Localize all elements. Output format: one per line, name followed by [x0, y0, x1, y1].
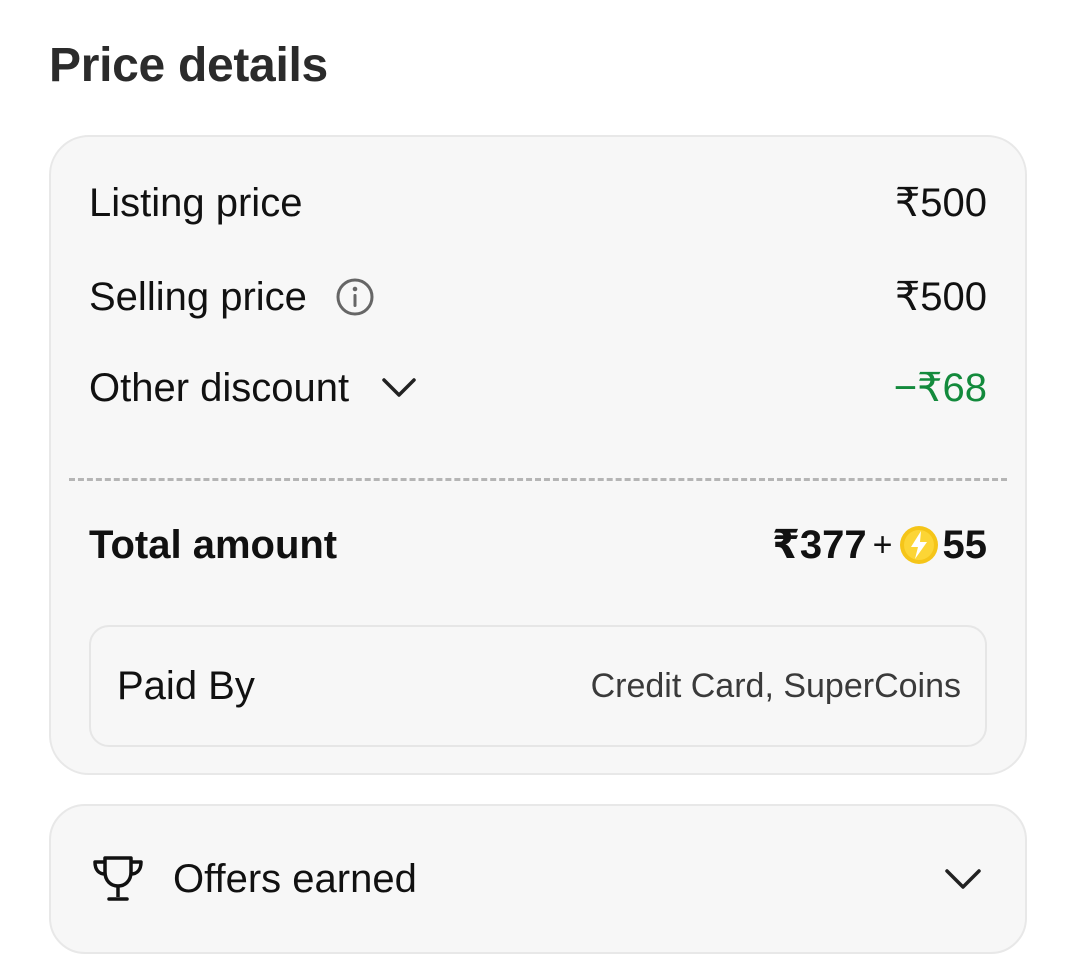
- selling-price-value: ₹500: [894, 275, 987, 319]
- paid-by-box: Paid By Credit Card, SuperCoins: [89, 625, 987, 747]
- total-rupee-amount: ₹377: [772, 523, 867, 567]
- offers-earned-label: Offers earned: [173, 856, 417, 901]
- selling-price-label: Selling price: [89, 274, 307, 319]
- total-amount-value: ₹377 + 55: [772, 522, 987, 568]
- other-discount-value: −₹68: [893, 366, 987, 410]
- dashed-divider: [69, 478, 1007, 481]
- offers-earned-card[interactable]: Offers earned: [49, 804, 1027, 954]
- listing-price-label: Listing price: [89, 180, 303, 225]
- total-amount-label: Total amount: [89, 522, 338, 567]
- listing-price-row: Listing price ₹500: [89, 173, 987, 233]
- chevron-down-icon[interactable]: [943, 859, 983, 899]
- chevron-down-icon[interactable]: [379, 368, 419, 408]
- trophy-icon: [89, 854, 147, 904]
- supercoins-amount: 55: [942, 522, 988, 567]
- plus-sign: +: [872, 525, 893, 564]
- price-details-card: Listing price ₹500 Selling price ₹500 Ot…: [49, 135, 1027, 775]
- paid-by-value: Credit Card, SuperCoins: [590, 666, 961, 705]
- paid-by-label: Paid By: [117, 663, 255, 708]
- selling-price-row: Selling price ₹500: [89, 267, 987, 327]
- other-discount-label: Other discount: [89, 365, 350, 410]
- supercoin-icon: [899, 525, 939, 565]
- info-icon[interactable]: [335, 277, 375, 317]
- page-title: Price details: [49, 39, 328, 92]
- listing-price-value: ₹500: [894, 181, 987, 225]
- total-amount-row: Total amount ₹377 + 55: [89, 515, 987, 575]
- other-discount-row[interactable]: Other discount −₹68: [89, 358, 987, 418]
